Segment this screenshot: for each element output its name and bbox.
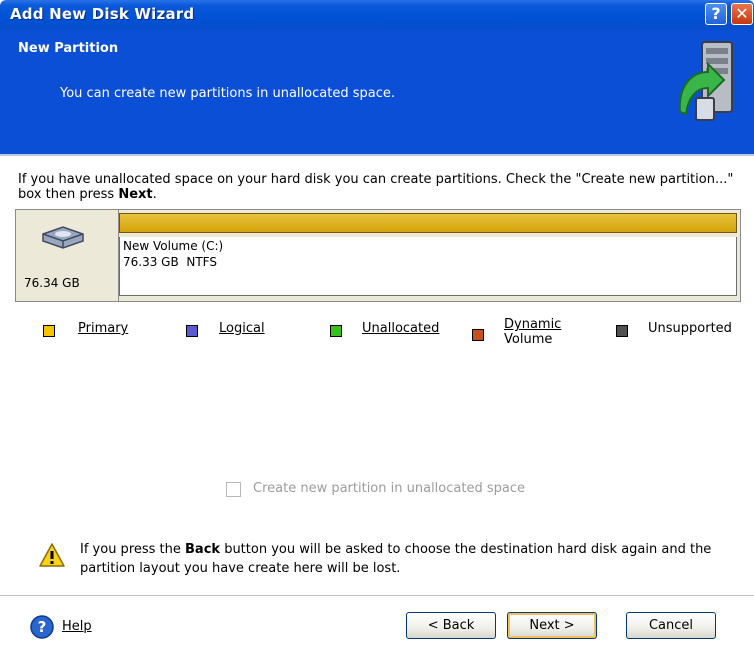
back-button[interactable]: < Back xyxy=(406,612,496,639)
question-icon: ? xyxy=(711,4,721,23)
partition-size-fs: 76.33 GB NTFS xyxy=(123,255,217,269)
svg-text:?: ? xyxy=(38,618,47,636)
page-subtitle: You can create new partitions in unalloc… xyxy=(60,86,395,101)
legend-unallocated: Unallocated xyxy=(362,321,440,336)
logical-swatch xyxy=(186,325,198,337)
title-bar[interactable]: Add New Disk Wizard ? ✕ xyxy=(0,0,754,30)
legend-unsupported: Unsupported xyxy=(648,321,732,336)
page-title: New Partition xyxy=(18,41,119,56)
help-title-button[interactable]: ? xyxy=(705,3,727,25)
cancel-button[interactable]: Cancel xyxy=(626,612,716,639)
create-partition-checkbox[interactable] xyxy=(226,482,241,497)
computer-add-disk-icon xyxy=(678,41,733,121)
next-button[interactable]: Next > xyxy=(507,612,597,639)
header-divider xyxy=(0,154,754,156)
intro-text: If you have unallocated space on your ha… xyxy=(18,172,734,202)
partition-bar[interactable] xyxy=(119,213,737,233)
help-icon[interactable]: ? xyxy=(30,615,54,639)
partition-name: New Volume (C:) xyxy=(123,239,224,253)
partition-area[interactable]: New Volume (C:) 76.33 GB NTFS xyxy=(119,213,739,300)
warning-icon xyxy=(39,543,65,567)
help-link[interactable]: Help xyxy=(62,619,92,634)
hard-disk-icon xyxy=(42,226,84,249)
disk-layout-panel: 76.34 GB New Volume (C:) 76.33 GB NTFS xyxy=(15,209,741,302)
legend-primary: Primary xyxy=(78,321,129,336)
primary-swatch xyxy=(43,325,55,337)
create-partition-label: Create new partition in unallocated spac… xyxy=(253,481,525,496)
dynamic-volume-swatch xyxy=(472,329,484,341)
partition-details[interactable]: New Volume (C:) 76.33 GB NTFS xyxy=(119,237,737,296)
unsupported-swatch xyxy=(616,325,628,337)
footer-divider xyxy=(0,595,754,596)
unallocated-swatch xyxy=(330,325,342,337)
warning-text: If you press the Back button you will be… xyxy=(80,542,712,576)
close-icon: ✕ xyxy=(735,4,749,23)
disk-size: 76.34 GB xyxy=(24,276,80,290)
legend-dynamic-volume: Dynamic Volume xyxy=(504,317,562,347)
legend-logical: Logical xyxy=(219,321,265,336)
window-title: Add New Disk Wizard xyxy=(10,5,195,23)
close-button[interactable]: ✕ xyxy=(731,3,753,25)
disk-info[interactable]: 76.34 GB xyxy=(16,210,119,301)
